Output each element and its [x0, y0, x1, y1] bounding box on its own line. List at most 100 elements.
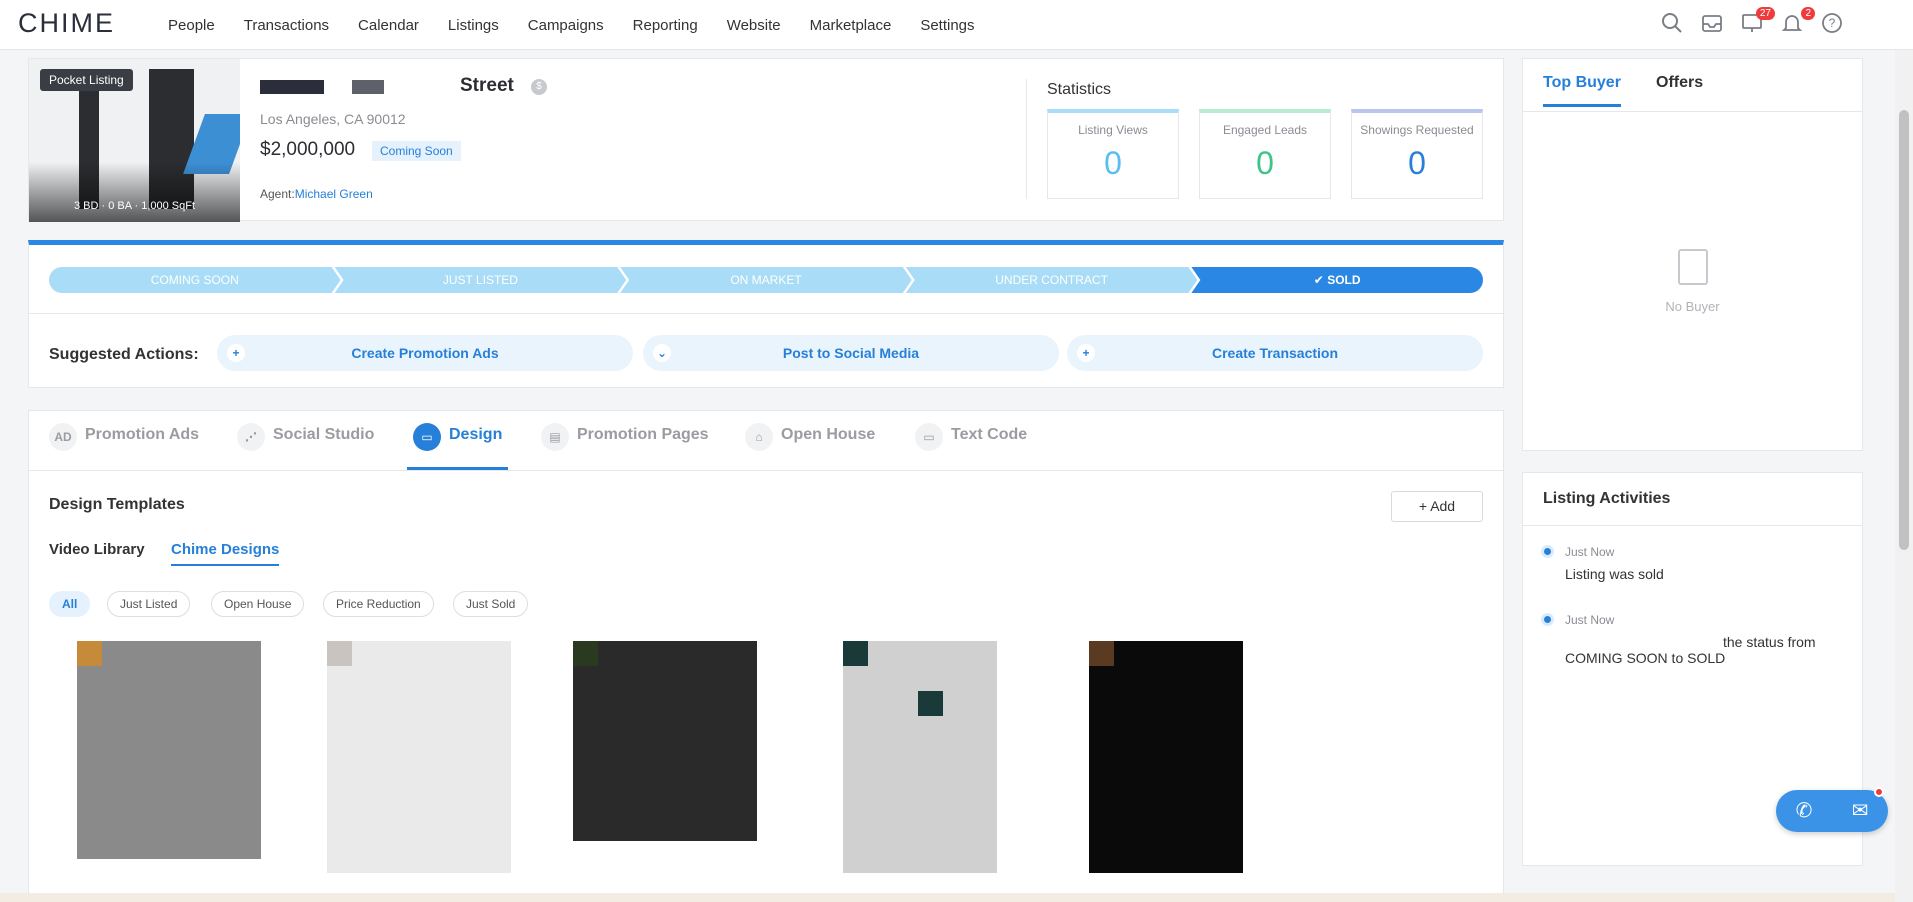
tab-top-buyer[interactable]: Top Buyer	[1543, 74, 1621, 107]
tab-promotion-ads[interactable]: AD Promotion Ads	[49, 423, 200, 470]
divider	[1523, 525, 1862, 526]
button-label: Add	[1430, 498, 1456, 514]
tab-design[interactable]: ▭ Design	[407, 423, 509, 470]
nav-icons: 27 2 ?	[1661, 7, 1843, 34]
design-template-thumbnail[interactable]	[573, 641, 757, 841]
scrollbar-thumb[interactable]	[1899, 110, 1909, 550]
nav-reporting[interactable]: Reporting	[633, 17, 698, 34]
design-template-thumbnail[interactable]	[1089, 641, 1243, 873]
filter-just-sold[interactable]: Just Sold	[453, 591, 529, 617]
activity-time: Just Now	[1565, 613, 1615, 627]
divider	[29, 313, 1503, 314]
stat-value: 0	[1104, 145, 1122, 181]
button-label: Create Transaction	[1211, 345, 1339, 361]
stage-just-listed[interactable]: JUST LISTED	[335, 267, 627, 293]
tab-promotion-pages[interactable]: ▤ Promotion Pages	[541, 423, 709, 470]
post-to-social-media-button[interactable]: ⌄ Post to Social Media	[643, 335, 1059, 371]
stage-coming-soon[interactable]: COMING SOON	[49, 267, 341, 293]
check-icon: ✔	[1313, 273, 1328, 287]
nav-campaigns[interactable]: Campaigns	[528, 17, 604, 34]
nav-settings[interactable]: Settings	[920, 17, 974, 34]
phone-icon[interactable]: ✆	[1776, 790, 1832, 832]
inbox-icon[interactable]	[1701, 12, 1723, 34]
subtab-video-library[interactable]: Video Library	[49, 541, 145, 564]
nav-people[interactable]: People	[168, 17, 215, 34]
folder-icon: ▭	[413, 423, 441, 451]
dollar-icon[interactable]: $	[531, 79, 547, 95]
top-nav: CHIME People Transactions Calendar Listi…	[0, 0, 1913, 50]
svg-text:?: ?	[1829, 16, 1836, 30]
address-redacted	[260, 80, 324, 94]
design-template-thumbnail[interactable]	[327, 641, 511, 873]
filter-price-reduction[interactable]: Price Reduction	[323, 591, 434, 617]
tab-label: Promotion Ads	[85, 426, 200, 443]
tab-open-house[interactable]: ⌂ Open House	[745, 423, 876, 470]
share-icon: ⋰	[237, 423, 265, 451]
stat-label: Showings Requested	[1360, 123, 1474, 137]
agent-link[interactable]: Michael Green	[295, 187, 373, 201]
tab-label: Text Code	[951, 426, 1028, 443]
design-template-thumbnail[interactable]	[77, 641, 261, 859]
subtab-chime-designs[interactable]: Chime Designs	[171, 541, 280, 566]
activity-text: Listing was sold	[1565, 566, 1664, 582]
create-promotion-ads-button[interactable]: + Create Promotion Ads	[217, 335, 633, 371]
pocket-listing-badge: Pocket Listing	[40, 69, 133, 91]
tab-label: Social Studio	[273, 426, 375, 443]
activity-time: Just Now	[1565, 545, 1615, 559]
pipeline-card: COMING SOON JUST LISTED ON MARKET UNDER …	[28, 240, 1504, 388]
nav-transactions[interactable]: Transactions	[244, 17, 329, 34]
nav-marketplace[interactable]: Marketplace	[810, 17, 892, 34]
nav-calendar[interactable]: Calendar	[358, 17, 419, 34]
chime-logo[interactable]: CHIME	[18, 8, 115, 39]
stage-on-market[interactable]: ON MARKET	[620, 267, 912, 293]
help-icon[interactable]: ?	[1821, 12, 1843, 34]
tab-text-code[interactable]: ▭ Text Code	[915, 423, 1028, 470]
ad-icon: AD	[49, 423, 77, 451]
design-template-thumbnail[interactable]	[843, 641, 997, 873]
tab-offers[interactable]: Offers	[1656, 74, 1703, 104]
tab-social-studio[interactable]: ⋰ Social Studio	[237, 423, 375, 470]
button-label: Create Promotion Ads	[351, 345, 499, 361]
nav-website[interactable]: Website	[727, 17, 781, 34]
stage-under-contract[interactable]: UNDER CONTRACT	[906, 267, 1198, 293]
tab-label: Open House	[781, 426, 876, 443]
filter-open-house[interactable]: Open House	[211, 591, 305, 617]
marketing-tabs: AD Promotion Ads ⋰ Social Studio ▭ Design ▤…	[29, 411, 1503, 471]
stage-label: SOLD	[1327, 273, 1361, 287]
contact-fab: ✆ ✉	[1776, 790, 1888, 832]
agent-label: Agent:	[260, 187, 295, 201]
create-transaction-button[interactable]: + Create Transaction	[1067, 335, 1483, 371]
listing-activities-title: Listing Activities	[1543, 490, 1671, 507]
stat-value: 0	[1408, 145, 1426, 181]
stat-engaged-leads: Engaged Leads 0	[1199, 109, 1331, 199]
chat-unread-dot	[1874, 787, 1884, 797]
status-pipeline: COMING SOON JUST LISTED ON MARKET UNDER …	[49, 267, 1483, 293]
bell-icon[interactable]: 2	[1781, 7, 1815, 34]
tasks-icon[interactable]: 27	[1741, 7, 1775, 34]
plus-icon: +	[1418, 498, 1431, 514]
plus-icon: +	[1077, 344, 1095, 362]
suggested-actions-label: Suggested Actions:	[49, 346, 199, 363]
page-icon: ▤	[541, 423, 569, 451]
add-button[interactable]: + Add	[1391, 491, 1483, 522]
statistics-title: Statistics	[1047, 81, 1112, 98]
filter-just-listed[interactable]: Just Listed	[107, 591, 191, 617]
stage-sold[interactable]: ✔ SOLD	[1191, 267, 1483, 293]
chevron-down-icon: ⌄	[653, 344, 671, 362]
puzzle-icon	[1678, 249, 1708, 285]
listing-header-card: 3 BD · 0 BA · 1,000 SqFt Pocket Listing …	[28, 58, 1504, 222]
tab-label: Promotion Pages	[577, 426, 709, 443]
search-icon[interactable]	[1661, 12, 1683, 34]
main-nav: People Transactions Calendar Listings Ca…	[168, 0, 1004, 50]
nav-listings[interactable]: Listings	[448, 17, 499, 34]
listing-specs: 3 BD · 0 BA · 1,000 SqFt	[73, 200, 196, 212]
filter-all[interactable]: All	[49, 591, 91, 617]
listing-photo[interactable]: 3 BD · 0 BA · 1,000 SqFt Pocket Listing	[29, 59, 240, 222]
scrollbar[interactable]	[1895, 50, 1913, 902]
listing-street: Street	[460, 75, 514, 96]
stat-showings-requested: Showings Requested 0	[1351, 109, 1483, 199]
text-code-icon: ▭	[915, 423, 943, 451]
address-redacted	[352, 80, 384, 94]
empty-state-text: No Buyer	[1665, 299, 1720, 314]
plus-icon: +	[227, 344, 245, 362]
